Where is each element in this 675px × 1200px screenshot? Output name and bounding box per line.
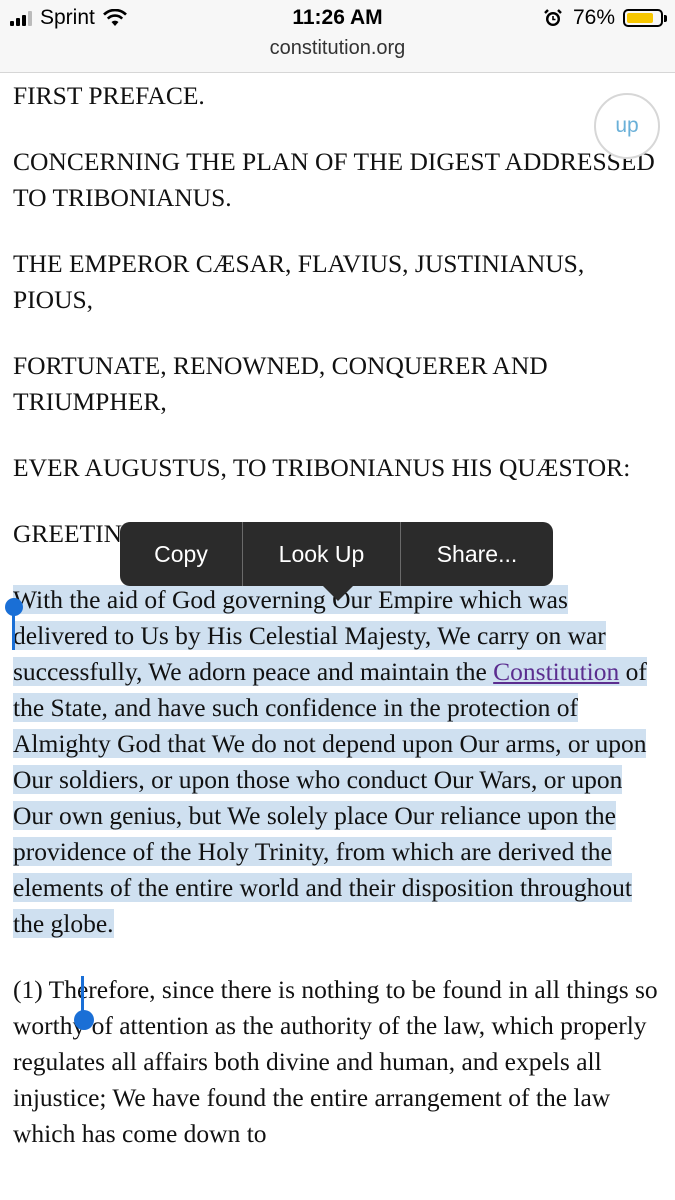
heading-first-preface: FIRST PREFACE. — [13, 81, 205, 110]
battery-icon — [623, 9, 667, 27]
menu-pointer — [322, 585, 354, 601]
selection-end-caret — [81, 976, 84, 1014]
selection-start-caret — [12, 612, 15, 650]
scroll-up-button[interactable]: up — [594, 93, 660, 159]
share-menu-item[interactable]: Share... — [401, 522, 553, 586]
heading-emperor: THE EMPEROR CÆSAR, FLAVIUS, JUSTINIANUS,… — [13, 249, 585, 314]
alarm-icon — [544, 9, 562, 26]
heading-ever-augustus: EVER AUGUSTUS, TO TRIBONIANUS HIS QUÆSTO… — [13, 453, 631, 482]
heading-fortunate: FORTUNATE, RENOWNED, CONQUERER AND TRIUM… — [13, 351, 548, 416]
status-bar: Sprint 11:26 AM 76% — [0, 0, 675, 38]
selection-end-handle[interactable] — [74, 1010, 94, 1030]
battery-percent: 76% — [572, 6, 615, 29]
top-bar: Sprint 11:26 AM 76% constitution.org — [0, 0, 675, 73]
paragraph-1: (1) Therefore, since there is nothing to… — [13, 975, 658, 1148]
look-up-menu-item[interactable]: Look Up — [243, 522, 400, 586]
selection-highlight[interactable]: With the aid of God governing Our Empire… — [13, 585, 647, 938]
constitution-link[interactable]: Constitution — [493, 657, 619, 686]
page-content: FIRST PREFACE. CONCERNING THE PLAN OF TH… — [13, 78, 665, 1182]
status-right: 76% — [543, 6, 667, 30]
para1-text-b: of the State, and have such confidence i… — [13, 657, 647, 938]
copy-menu-item[interactable]: Copy — [120, 522, 242, 586]
paragraph-selected[interactable]: With the aid of God governing Our Empire… — [13, 582, 665, 942]
text-context-menu: Copy Look Up Share... — [120, 522, 553, 586]
address-bar-url[interactable]: constitution.org — [0, 37, 675, 60]
heading-plan-of-digest: CONCERNING THE PLAN OF THE DIGEST ADDRES… — [13, 147, 655, 212]
